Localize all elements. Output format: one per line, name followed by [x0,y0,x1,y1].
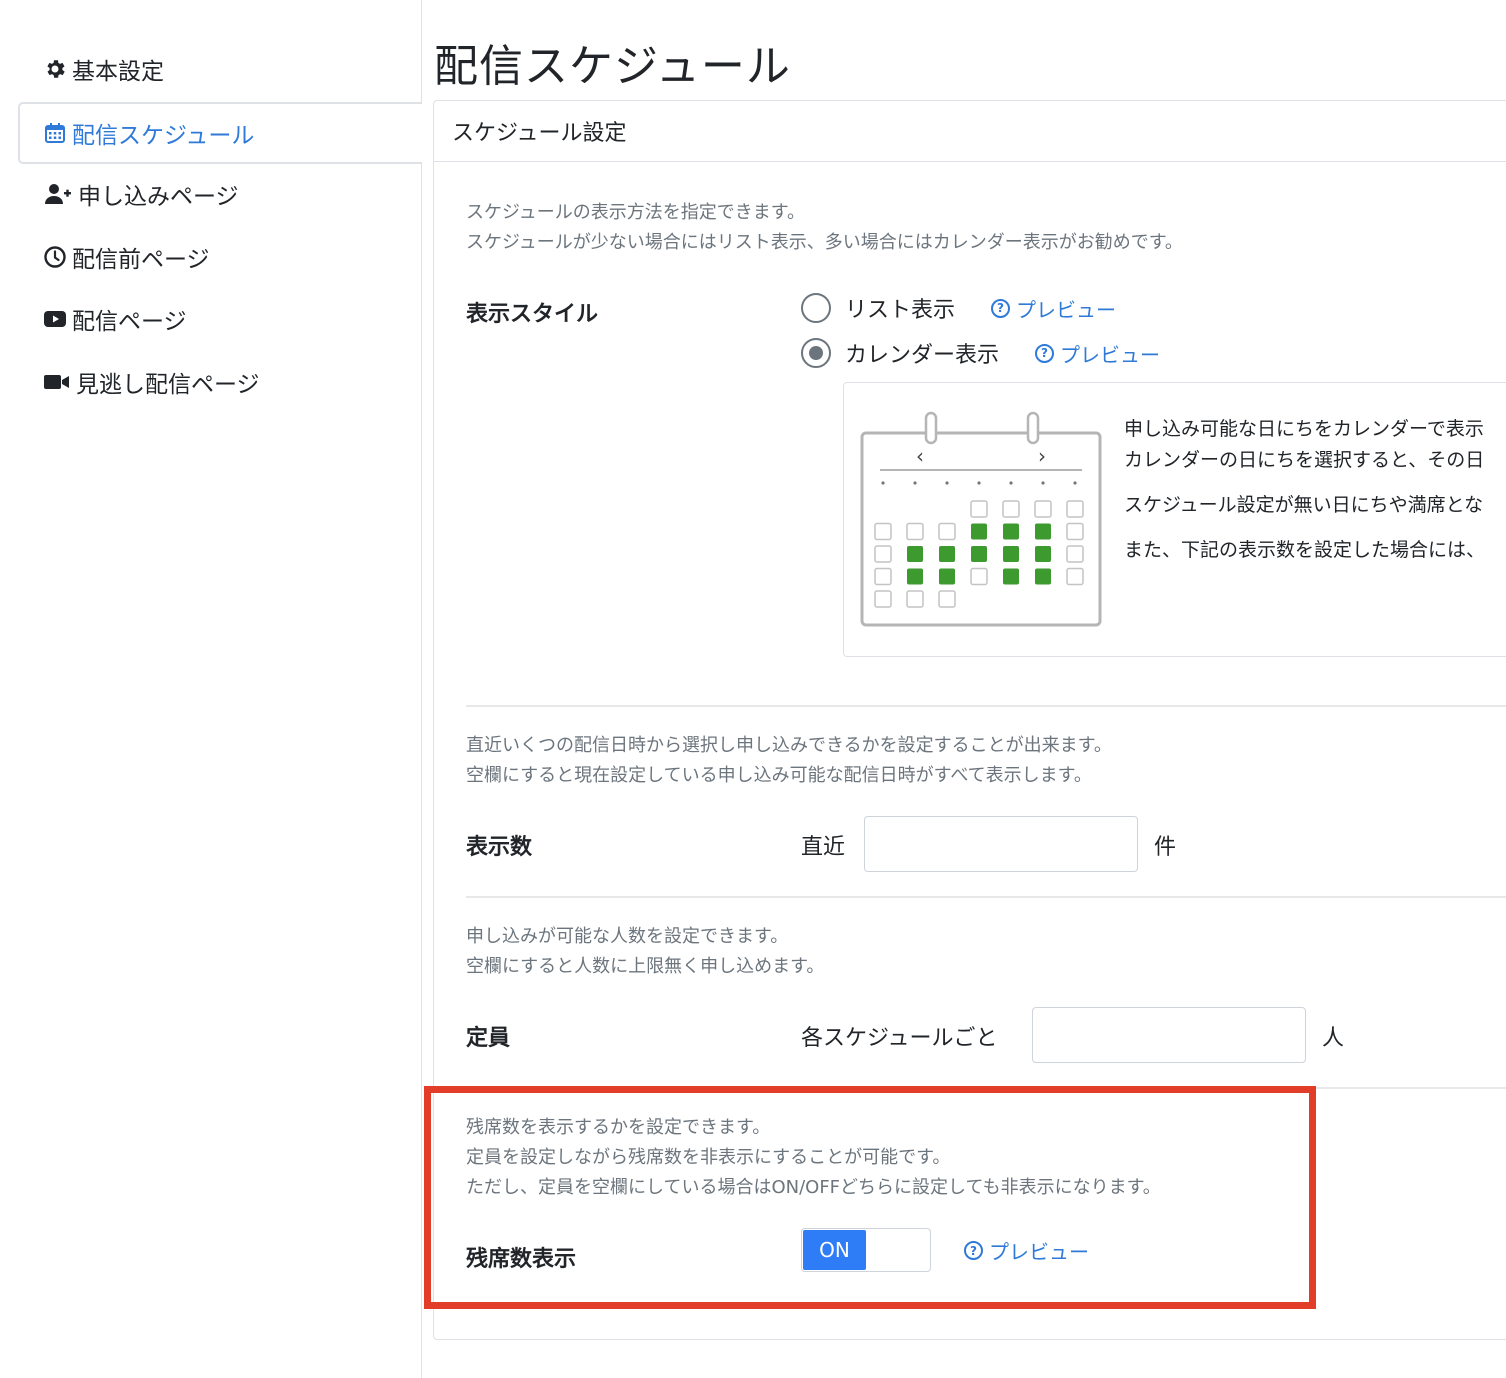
radio-calendar-view-label: カレンダー表示 [845,343,1000,368]
remaining-seats-label: 残席数表示 [466,1247,577,1272]
list-preview-link[interactable]: ? プレビュー [991,294,1116,323]
question-circle-icon: ? [1035,343,1055,363]
count-prefix: 直近 [801,835,846,860]
count-description: 直近いくつの配信日時から選択し申し込みできるかを設定することが出来ます。 空欄に… [466,735,1112,786]
sidebar-item-application-page[interactable]: 申し込みページ [18,163,422,225]
display-style-label: 表示スタイル [466,302,599,327]
sidebar-item-stream-page[interactable]: 配信ページ [18,288,422,350]
sidebar-item-replay-page[interactable]: 見逃し配信ページ [18,351,422,413]
clock-icon [42,244,68,270]
user-plus-icon [42,181,74,207]
section-divider [1316,1087,1506,1089]
sidebar-item-label: 見逃し配信ページ [76,372,260,398]
card-header: スケジュール設定 [434,101,1506,162]
calendar-desc-line: 申し込み可能な日にちをカレンダーで表示 [1124,418,1484,440]
section-divider [466,896,1506,898]
remaining-description: 残席数を表示するかを設定できます。 定員を設定しながら残席数を非表示にすることが… [466,1117,1161,1198]
remaining-seats-toggle[interactable]: ON [801,1228,931,1272]
count-suffix: 件 [1154,835,1177,860]
sidebar-item-label: 申し込みページ [78,184,239,210]
sidebar: 基本設定 配信スケジュール 申し込みページ 配信前ページ 配信ページ 見逃し配信… [0,0,422,1378]
radio-option-list[interactable]: リスト表示 ? プレビュー [801,292,1116,324]
calendar-desc-line: また、下記の表示数を設定した場合には、 [1124,539,1486,561]
display-count-input[interactable] [864,816,1138,872]
capacity-description: 申し込みが可能な人数を設定できます。 空欄にすると人数に上限無く申し込めます。 [466,926,825,977]
radio-list-view-label: リスト表示 [845,298,956,323]
gear-icon [42,56,68,82]
remaining-preview-link[interactable]: ? プレビュー [964,1236,1089,1265]
sidebar-item-label: 基本設定 [72,59,164,85]
calendar-desc-line: スケジュール設定が無い日にちや満席とな [1124,494,1484,516]
calendar-illustration-icon: ‹ › [860,411,1102,627]
capacity-input[interactable] [1032,1007,1306,1063]
section-divider [466,705,1506,707]
capacity-label: 定員 [466,1026,511,1051]
question-circle-icon: ? [964,1241,983,1260]
sidebar-item-label: 配信スケジュール [72,123,255,149]
sidebar-item-label: 配信前ページ [72,247,210,273]
sidebar-item-basic-settings[interactable]: 基本設定 [18,38,422,100]
sidebar-item-schedule[interactable]: 配信スケジュール [18,102,422,164]
radio-calendar-view[interactable] [801,338,831,368]
radio-option-calendar[interactable]: カレンダー表示 ? プレビュー [801,337,1160,369]
capacity-prefix: 各スケジュールごと [801,1026,998,1051]
page-title: 配信スケジュール [434,41,791,92]
svg-text:‹: ‹ [916,444,924,468]
video-camera-icon [42,369,72,395]
calendar-icon [42,120,68,146]
calendar-preview-link[interactable]: ? プレビュー [1035,339,1160,368]
display-count-label: 表示数 [466,835,533,860]
youtube-icon [42,306,68,332]
style-description: スケジュールの表示方法を指定できます。 スケジュールが少ない場合にはリスト表示、… [466,202,1183,253]
svg-text:›: › [1038,444,1046,468]
toggle-on-label: ON [803,1230,866,1270]
sidebar-item-label: 配信ページ [72,309,187,335]
calendar-desc-line: カレンダーの日にちを選択すると、その日 [1124,449,1485,471]
question-circle-icon: ? [991,298,1011,318]
radio-list-view[interactable] [801,293,831,323]
sidebar-item-pre-stream-page[interactable]: 配信前ページ [18,226,422,288]
capacity-suffix: 人 [1322,1026,1345,1051]
